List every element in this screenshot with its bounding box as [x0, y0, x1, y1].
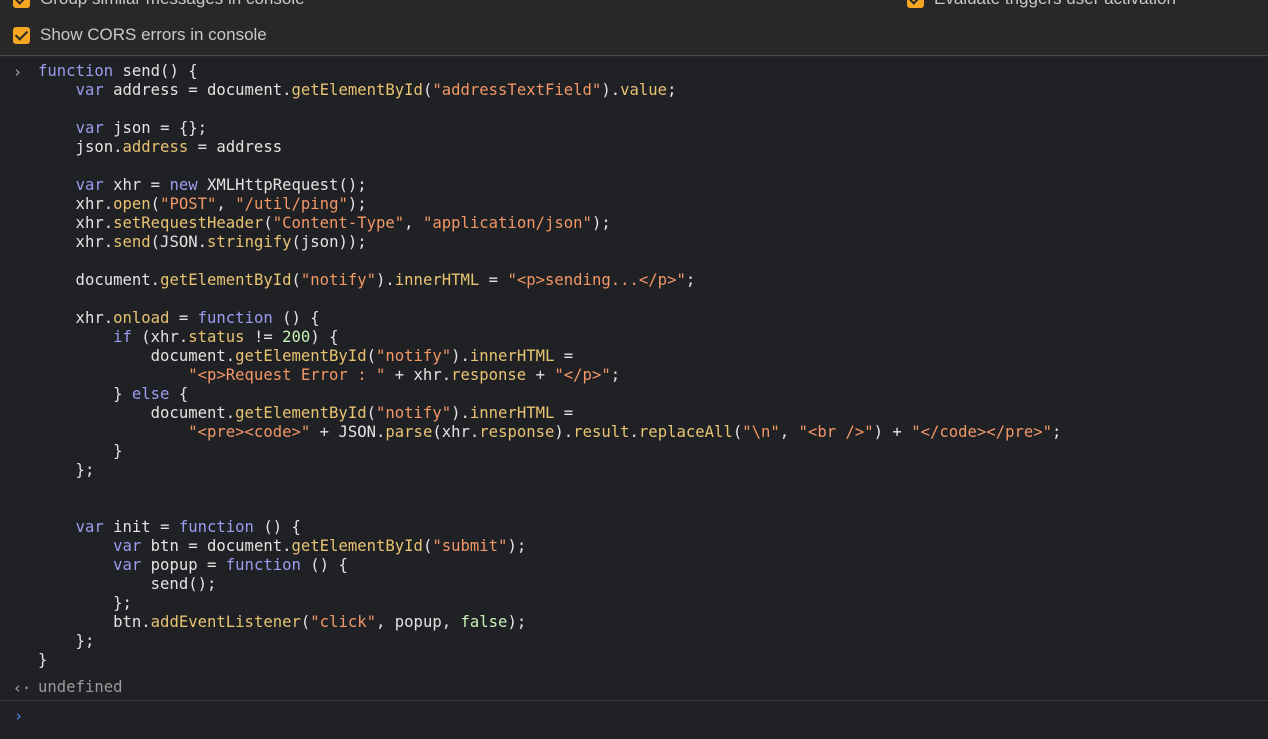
group-similar-setting[interactable]: Group similar messages in console [13, 0, 305, 11]
input-chevron-icon: › [13, 63, 23, 81]
show-cors-label: Show CORS errors in console [40, 25, 267, 44]
result-arrow-icon: ‹· [13, 679, 32, 697]
evaluate-triggers-label: Evaluate triggers user activation [934, 0, 1176, 9]
prompt-chevron-icon: › [14, 707, 24, 725]
console-output: › function send() { var address = docume… [0, 57, 1268, 700]
show-cors-checkbox[interactable] [13, 26, 30, 44]
result-value: undefined [38, 678, 123, 696]
console-result-entry: ‹· undefined [0, 678, 1268, 699]
group-similar-checkbox[interactable] [13, 0, 30, 8]
group-similar-label: Group similar messages in console [40, 0, 305, 9]
console-prompt[interactable]: › [0, 700, 1268, 739]
show-cors-setting[interactable]: Show CORS errors in console [13, 23, 267, 47]
console-settings-panel: Group similar messages in console Evalua… [0, 0, 1268, 56]
evaluate-triggers-checkbox[interactable] [907, 0, 924, 8]
code-block: function send() { var address = document… [38, 62, 1062, 669]
evaluate-triggers-setting[interactable]: Evaluate triggers user activation [907, 0, 1176, 11]
console-prompt-input[interactable] [38, 705, 1242, 731]
